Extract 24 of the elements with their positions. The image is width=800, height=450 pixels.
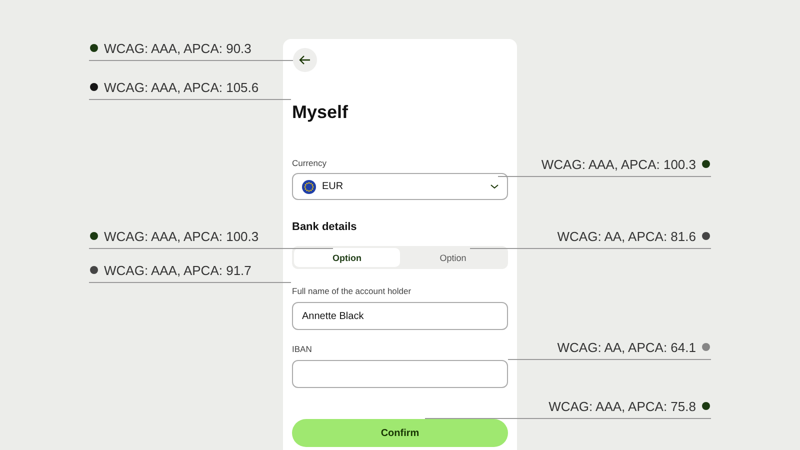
select-value: EUR (322, 181, 344, 192)
input-field[interactable] (292, 360, 508, 388)
arrow-left-icon (299, 55, 311, 65)
page-title: Myself (292, 101, 350, 123)
confirm-button[interactable]: Confirm (292, 419, 508, 447)
contrast-note: WCAG: AAA, APCA: 90.3 (104, 40, 252, 56)
field-label: Full name of the account holder (292, 286, 412, 297)
contrast-note: WCAG: AAA, APCA: 100.3 (541, 156, 696, 172)
back-button[interactable] (293, 48, 317, 72)
section-heading: Bank details (292, 221, 358, 233)
contrast-note: WCAG: AAA, APCA: 75.8 (548, 398, 696, 414)
field-label: IBAN (292, 344, 313, 355)
chevron-down-icon (490, 184, 499, 189)
contrast-note: WCAG: AAA, APCA: 105.6 (104, 80, 259, 94)
currency-select[interactable]: EUR (292, 173, 508, 200)
field-label: Currency (292, 158, 328, 169)
contrast-note: WCAG: AA, APCA: 81.6 (557, 228, 696, 244)
segment-tab[interactable]: Option (400, 248, 506, 267)
input-field[interactable]: Annette Black (292, 302, 508, 330)
contrast-note: WCAG: AAA, APCA: 100.3 (104, 228, 259, 244)
flag-icon (302, 180, 316, 194)
contrast-note: WCAG: AAA, APCA: 91.7 (104, 262, 252, 278)
contrast-note: WCAG: AA, APCA: 64.1 (557, 340, 696, 354)
segment-tab[interactable]: Option (294, 248, 400, 267)
